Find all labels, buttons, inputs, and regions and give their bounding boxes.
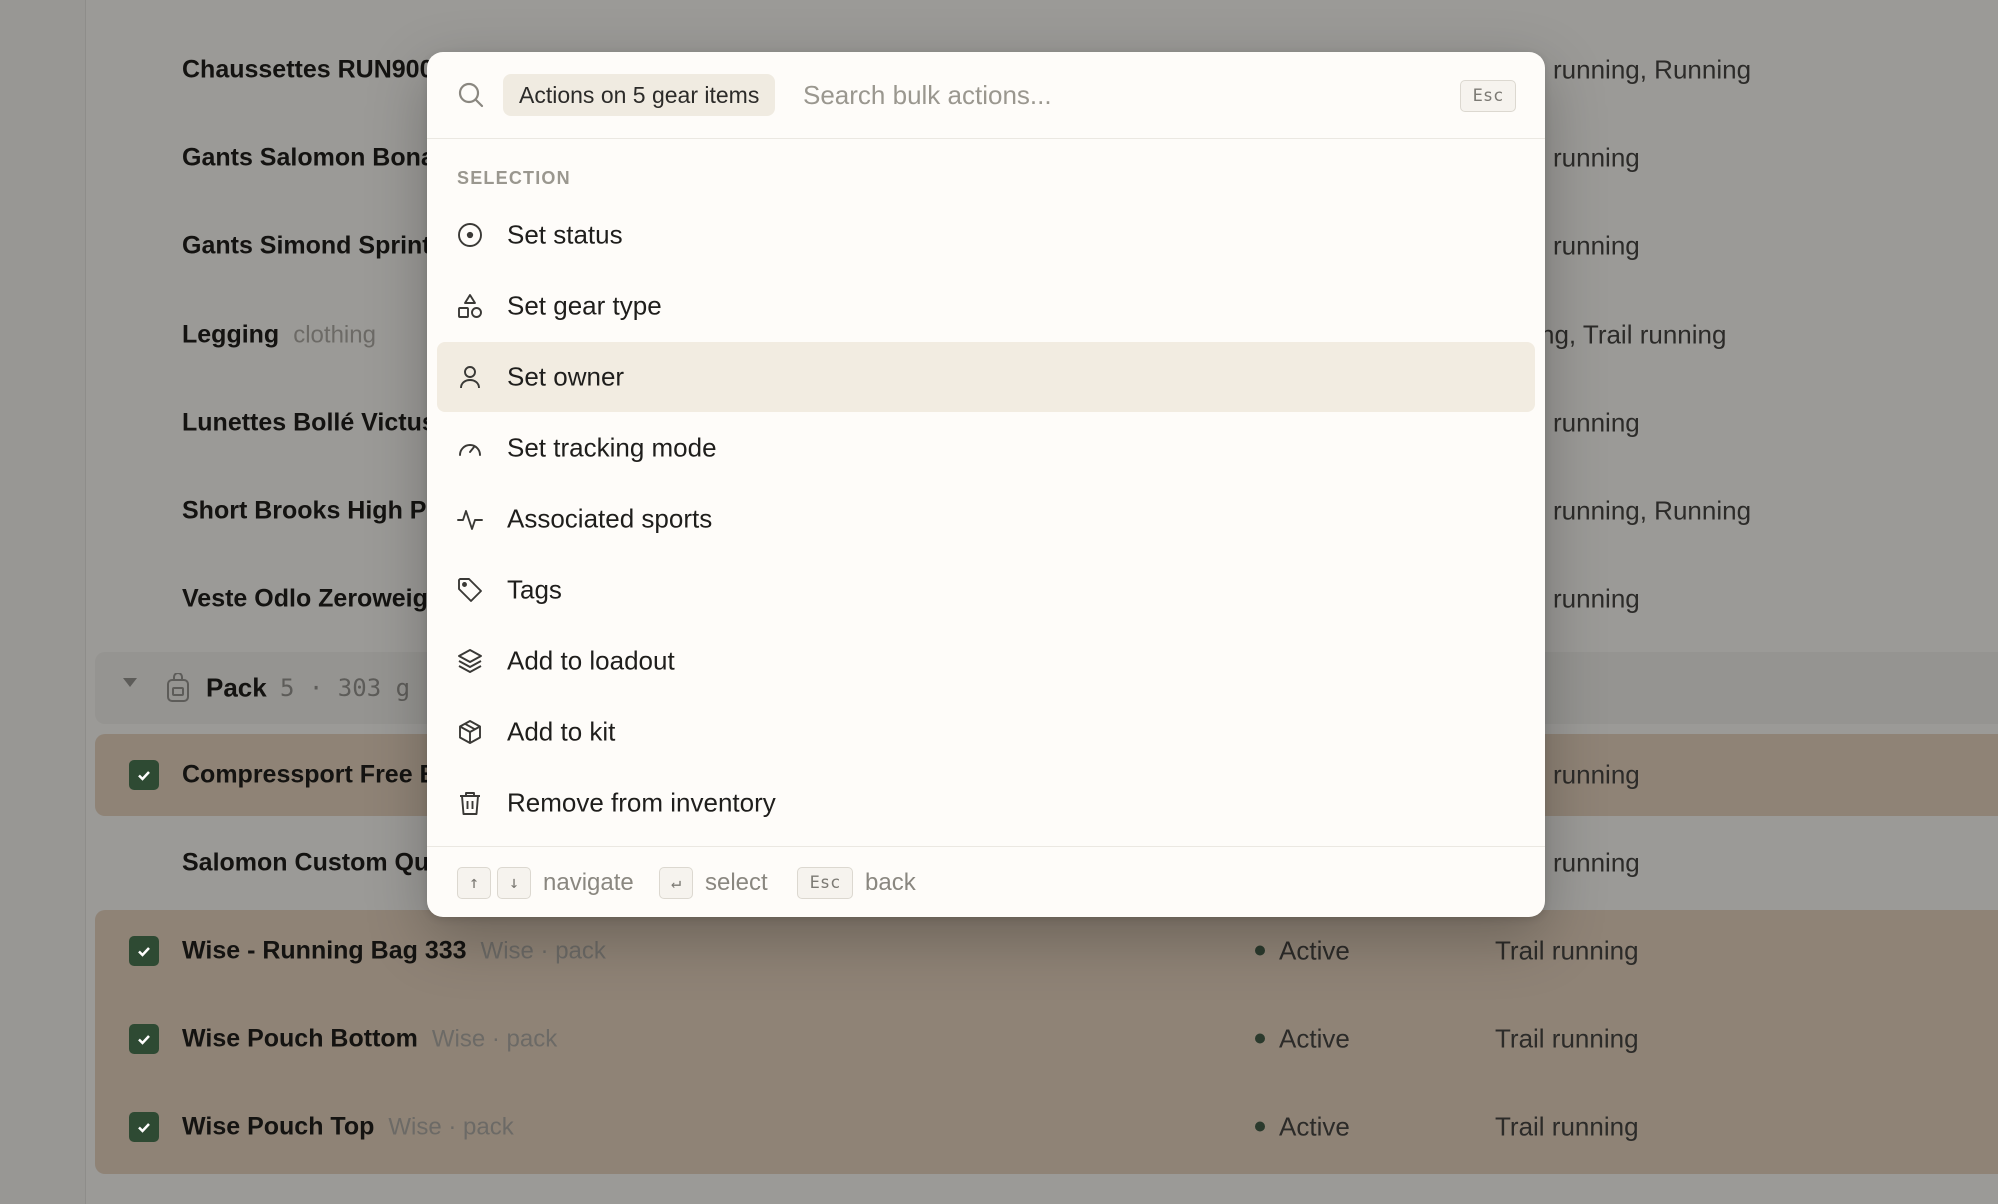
list-row[interactable]: Wise - Running Bag 333 Wise · pack Active… xyxy=(95,910,1998,992)
action-set-gear-type[interactable]: Set gear type xyxy=(437,271,1535,341)
row-sports: running xyxy=(1553,759,1640,790)
action-tags[interactable]: Tags xyxy=(437,555,1535,625)
row-name: Veste Odlo Zeroweigh xyxy=(182,584,444,613)
enter-key: ↵ xyxy=(659,867,693,899)
row-name: Chaussettes RUN900 xyxy=(182,55,434,84)
row-sports: Trail running xyxy=(1495,1111,1639,1142)
circle-dot-icon xyxy=(457,222,483,248)
status-dot-icon xyxy=(1255,945,1265,956)
row-sports: running xyxy=(1553,583,1640,614)
row-sports: ng, Trail running xyxy=(1540,319,1727,350)
action-label: Add to kit xyxy=(507,716,616,747)
action-label: Associated sports xyxy=(507,503,713,534)
group-name: Pack xyxy=(206,672,267,703)
group-meta: 5 · 303 g xyxy=(280,674,411,702)
row-meta: Wise · pack xyxy=(431,1025,558,1053)
row-name: Wise - Running Bag 333 Wise · pack xyxy=(182,936,606,965)
row-status: Active xyxy=(1255,1024,1350,1055)
bulk-actions-palette: Actions on 5 gear items Esc SELECTION Se… xyxy=(427,52,1545,917)
row-sports: Trail running xyxy=(1495,935,1639,966)
row-sports: running xyxy=(1553,142,1640,173)
user-icon xyxy=(457,364,483,390)
action-label: Set status xyxy=(507,219,623,250)
back-label: back xyxy=(865,869,916,896)
row-status: Active xyxy=(1255,1112,1350,1143)
arrow-down-key: ↓ xyxy=(497,867,531,899)
row-name: Legging clothing xyxy=(182,320,376,349)
action-set-status[interactable]: Set status xyxy=(437,200,1535,270)
list-row[interactable]: Wise Pouch Bottom Wise · pack Active Trai… xyxy=(95,998,1998,1080)
row-checkbox[interactable] xyxy=(129,1024,159,1054)
package-icon xyxy=(457,719,483,745)
row-name: Compressport Free B xyxy=(182,760,438,789)
row-status: Active xyxy=(1255,936,1350,967)
activity-icon xyxy=(457,506,483,532)
layers-icon xyxy=(457,648,483,674)
action-set-owner[interactable]: Set owner xyxy=(437,342,1535,412)
action-label: Set gear type xyxy=(507,290,662,321)
action-remove-from-inventory[interactable]: Remove from inventory xyxy=(437,768,1535,838)
status-dot-icon xyxy=(1255,1121,1265,1132)
row-name: Lunettes Bollé Victus xyxy=(182,408,436,437)
shapes-icon xyxy=(457,293,483,319)
left-pane xyxy=(0,0,86,1204)
section-label: SELECTION xyxy=(457,168,571,188)
row-meta: clothing xyxy=(293,321,376,349)
row-name: Wise Pouch Bottom Wise · pack xyxy=(182,1024,558,1053)
search-icon xyxy=(457,81,485,114)
gauge-icon xyxy=(457,435,483,461)
tag-icon xyxy=(457,577,483,603)
action-label: Add to loadout xyxy=(507,645,675,676)
row-meta: Wise · pack xyxy=(480,937,606,965)
select-hint: ↵ select xyxy=(659,867,768,899)
row-name: Wise Pouch Top Wise · pack xyxy=(182,1112,514,1141)
esc-key: Esc xyxy=(797,867,853,899)
navigate-hint: ↑ ↓ navigate xyxy=(457,867,634,899)
select-label: select xyxy=(705,869,768,896)
palette-footer: ↑ ↓ navigate ↵ select Esc back xyxy=(427,846,1545,917)
row-meta: Wise · pack xyxy=(388,1113,514,1141)
action-label: Set owner xyxy=(507,361,625,392)
row-sports: running xyxy=(1553,230,1640,261)
back-hint: Esc back xyxy=(797,867,916,899)
trash-icon xyxy=(457,790,483,816)
row-name: Salomon Custom Qui xyxy=(182,848,437,877)
row-sports: Trail running xyxy=(1495,1023,1639,1054)
row-sports: running, Running xyxy=(1553,54,1752,85)
row-checkbox[interactable] xyxy=(129,936,159,966)
action-add-to-kit[interactable]: Add to kit xyxy=(437,697,1535,767)
row-sports: running xyxy=(1553,847,1640,878)
row-checkbox[interactable] xyxy=(129,760,159,790)
action-label: Set tracking mode xyxy=(507,432,717,463)
search-input[interactable] xyxy=(803,74,1403,116)
row-name: Gants Simond Sprint xyxy=(182,231,431,260)
list-row[interactable]: Wise Pouch Top Wise · pack Active Trail r… xyxy=(95,1086,1998,1168)
collapse-caret-icon[interactable] xyxy=(123,678,137,687)
action-associated-sports[interactable]: Associated sports xyxy=(437,484,1535,554)
navigate-label: navigate xyxy=(543,869,634,896)
row-sports: running xyxy=(1553,407,1640,438)
row-name: Short Brooks High Po xyxy=(182,496,442,525)
palette-search-bar: Actions on 5 gear items Esc xyxy=(427,52,1545,139)
row-name: Gants Salomon Bonat xyxy=(182,143,444,172)
backpack-icon xyxy=(165,672,191,708)
row-checkbox[interactable] xyxy=(129,1112,159,1142)
esc-key-hint[interactable]: Esc xyxy=(1460,80,1516,112)
action-set-tracking-mode[interactable]: Set tracking mode xyxy=(437,413,1535,483)
selection-context-chip: Actions on 5 gear items xyxy=(503,74,776,116)
row-sports: running, Running xyxy=(1553,495,1752,526)
action-label: Tags xyxy=(507,574,562,605)
action-add-to-loadout[interactable]: Add to loadout xyxy=(437,626,1535,696)
action-label: Remove from inventory xyxy=(507,787,776,818)
status-dot-icon xyxy=(1255,1033,1265,1044)
arrow-up-key: ↑ xyxy=(457,867,491,899)
